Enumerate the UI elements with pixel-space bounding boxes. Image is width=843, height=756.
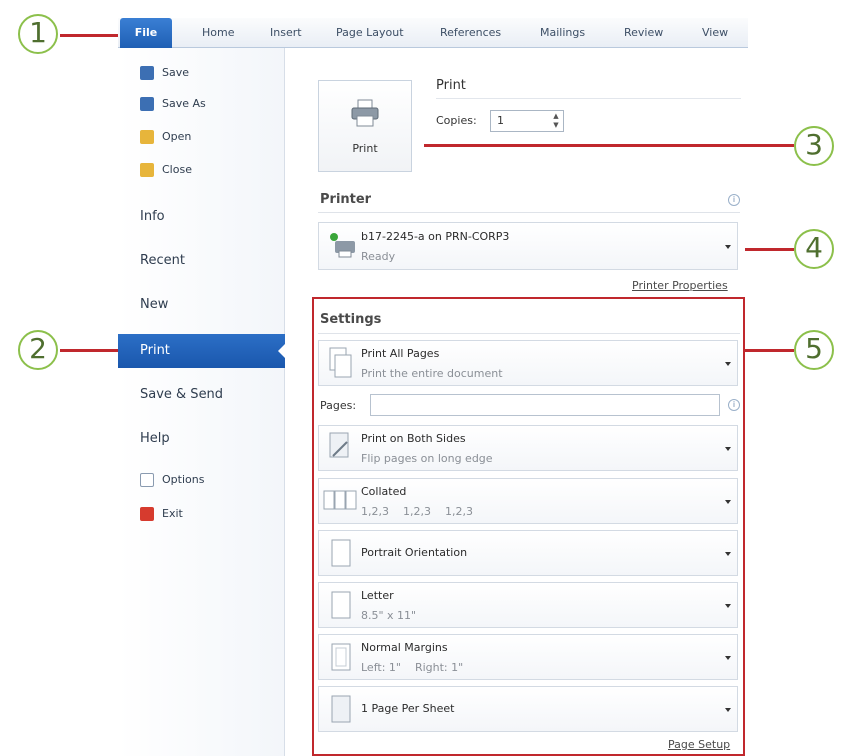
pages-input[interactable] <box>370 394 720 416</box>
nav-print[interactable]: Print <box>118 334 286 368</box>
printer-name: b17-2245-a on PRN-CORP3 <box>361 230 510 243</box>
option-title: Portrait Orientation <box>361 546 468 559</box>
dropdown-arrow-icon <box>725 552 731 556</box>
printer-properties-link[interactable]: Printer Properties <box>632 279 728 292</box>
nav-help[interactable]: Help <box>118 422 285 456</box>
option-title: Normal Margins <box>361 641 448 654</box>
callout-2: 2 <box>18 330 58 370</box>
page-per-sheet-icon <box>331 695 351 723</box>
both-sides-icon <box>329 432 349 458</box>
copies-label: Copies: <box>436 114 477 127</box>
nav-info[interactable]: Info <box>118 200 285 234</box>
backstage-nav: Save Save As Open Close Info Recent New … <box>118 48 286 756</box>
save-as-icon <box>140 97 154 111</box>
save-icon <box>140 66 154 80</box>
callout-4: 4 <box>794 229 834 269</box>
option-subtitle: Flip pages on long edge <box>361 452 493 465</box>
dropdown-arrow-icon <box>725 447 731 451</box>
option-title: Print All Pages <box>361 347 440 360</box>
orientation-dropdown[interactable]: Portrait Orientation <box>318 530 738 576</box>
options-icon <box>140 473 154 487</box>
printer-dropdown[interactable]: b17-2245-a on PRN-CORP3 Ready <box>318 222 738 270</box>
settings-heading: Settings <box>320 312 382 327</box>
pages-per-sheet-dropdown[interactable]: 1 Page Per Sheet <box>318 686 738 732</box>
dropdown-arrow-icon <box>725 604 731 608</box>
callout-line <box>60 34 118 37</box>
tab-page-layout[interactable]: Page Layout <box>336 18 404 48</box>
margins-dropdown[interactable]: Normal Margins Left: 1" Right: 1" <box>318 634 738 680</box>
ribbon-tab-bar: File Home Insert Page Layout References … <box>118 18 748 48</box>
divider <box>318 333 740 334</box>
tab-view[interactable]: View <box>702 18 728 48</box>
callout-5: 5 <box>794 330 834 370</box>
pages-label: Pages: <box>320 399 357 412</box>
pages-icon <box>329 347 352 378</box>
tab-review[interactable]: Review <box>624 18 663 48</box>
copies-stepper[interactable]: 1 ▲ ▼ <box>490 110 564 132</box>
tab-mailings[interactable]: Mailings <box>540 18 585 48</box>
printer-heading: Printer <box>320 192 372 207</box>
close-folder-icon <box>140 163 154 177</box>
tab-file[interactable]: File <box>120 18 172 48</box>
dropdown-arrow-icon <box>725 362 731 366</box>
collated-icon <box>323 490 357 510</box>
paper-size-dropdown[interactable]: Letter 8.5" x 11" <box>318 582 738 628</box>
option-title: Letter <box>361 589 394 602</box>
nav-new[interactable]: New <box>118 288 285 322</box>
margins-icon <box>331 643 351 671</box>
callout-line <box>60 349 118 352</box>
tab-insert[interactable]: Insert <box>270 18 302 48</box>
callout-1: 1 <box>18 14 58 54</box>
exit-icon <box>140 507 154 521</box>
print-range-dropdown[interactable]: Print All Pages Print the entire documen… <box>318 340 738 386</box>
tab-home[interactable]: Home <box>202 18 234 48</box>
printer-status: Ready <box>361 250 396 263</box>
portrait-icon <box>331 539 351 567</box>
info-icon[interactable]: i <box>728 399 740 411</box>
option-subtitle: 1,2,3 1,2,3 1,2,3 <box>361 505 473 518</box>
dropdown-arrow-icon <box>725 656 731 660</box>
open-folder-icon <box>140 130 154 144</box>
spin-arrows-icon[interactable]: ▲ ▼ <box>551 112 561 130</box>
tab-references[interactable]: References <box>440 18 501 48</box>
nav-recent[interactable]: Recent <box>118 244 285 278</box>
callout-line <box>745 349 794 352</box>
callout-3: 3 <box>794 126 834 166</box>
printer-icon <box>351 99 379 127</box>
callout-line <box>745 248 794 251</box>
option-title: Collated <box>361 485 407 498</box>
info-icon[interactable]: i <box>728 194 740 206</box>
duplex-dropdown[interactable]: Print on Both Sides Flip pages on long e… <box>318 425 738 471</box>
print-heading: Print <box>436 78 466 93</box>
divider <box>436 98 741 99</box>
printer-ready-icon <box>330 233 355 258</box>
dropdown-arrow-icon <box>725 708 731 712</box>
nav-save-send[interactable]: Save & Send <box>118 378 285 412</box>
option-title: Print on Both Sides <box>361 432 466 445</box>
dropdown-arrow-icon <box>725 245 731 249</box>
option-title: 1 Page Per Sheet <box>361 702 455 715</box>
option-subtitle: Left: 1" Right: 1" <box>361 661 464 674</box>
option-subtitle: Print the entire document <box>361 367 503 380</box>
print-button[interactable]: Print <box>318 80 412 172</box>
dropdown-arrow-icon <box>725 500 731 504</box>
divider <box>318 212 740 213</box>
page-setup-link[interactable]: Page Setup <box>668 738 730 751</box>
copies-value: 1 <box>497 114 504 127</box>
collation-dropdown[interactable]: Collated 1,2,3 1,2,3 1,2,3 <box>318 478 738 524</box>
letter-paper-icon <box>331 591 351 619</box>
option-subtitle: 8.5" x 11" <box>361 609 417 622</box>
callout-line <box>424 144 794 147</box>
